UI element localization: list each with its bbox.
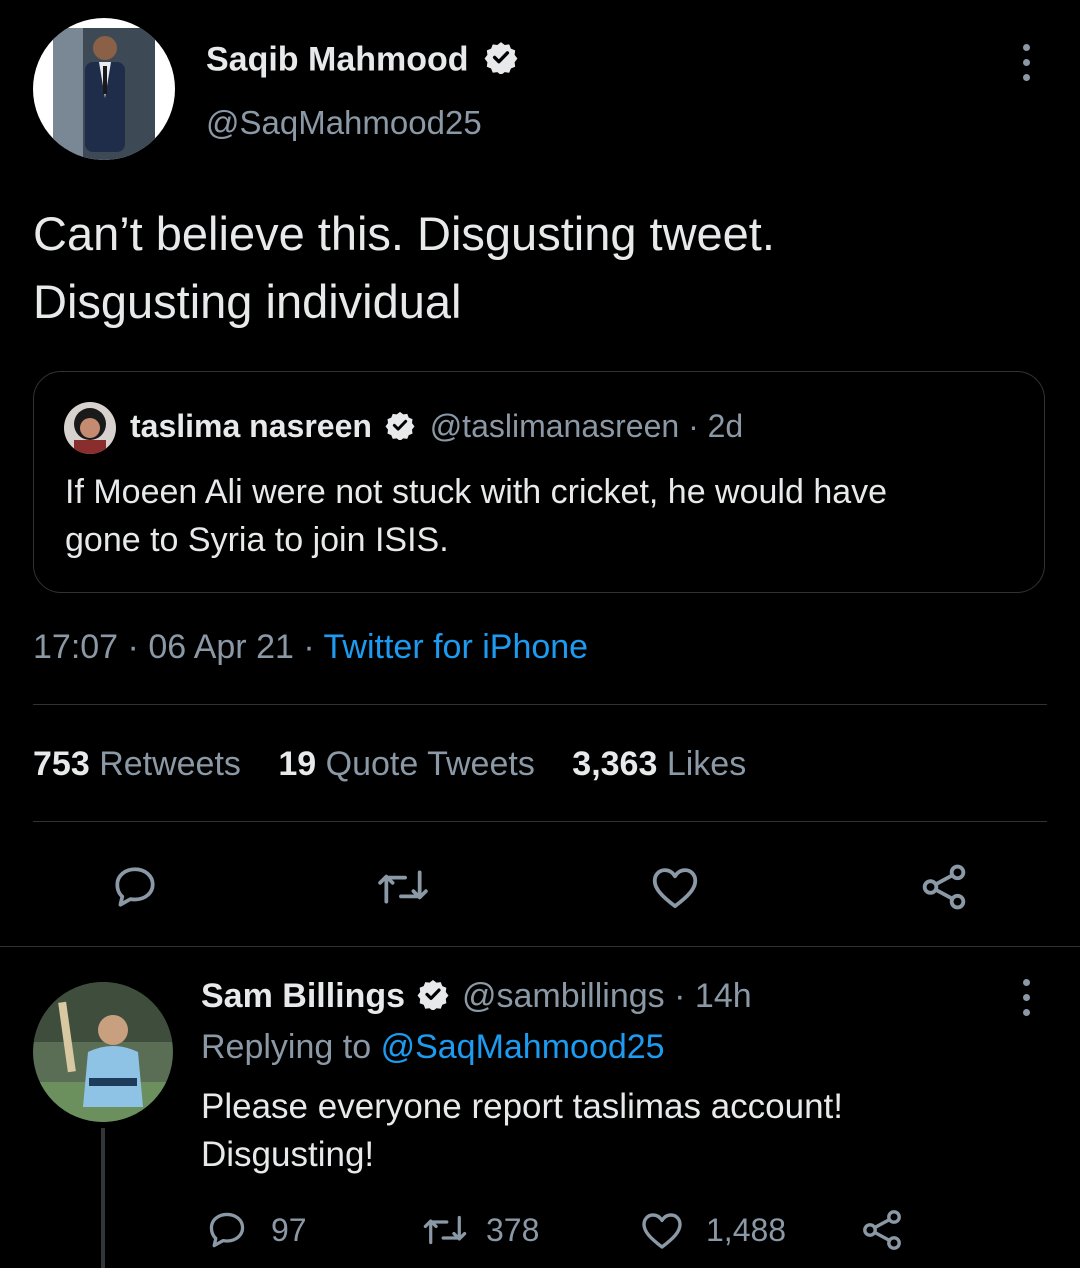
reply-retweet-count: 378 [486,1211,540,1248]
share-button[interactable] [917,860,971,914]
separator-dot: · [127,628,139,666]
quoted-tweet-text: If Moeen Ali were not stuck with cricket… [65,468,887,564]
likes-count: 3,363 [572,745,658,783]
reply-author-handle[interactable]: @sambillings [462,977,665,1015]
quoted-author-avatar [64,402,116,454]
retweets-label: Retweets [99,745,241,783]
tweet-text: Can’t believe this. Disgusting tweet. Di… [33,200,775,336]
author-handle[interactable]: @SaqMahmood25 [206,104,482,142]
replying-to-label: Replying to [201,1028,372,1066]
retweet-icon [373,862,433,912]
reply-age[interactable]: 14h [695,977,752,1015]
reply-reply-button[interactable]: 97 [205,1208,307,1252]
quotes-count: 19 [278,745,317,783]
author-avatar[interactable] [33,18,175,160]
divider [33,704,1047,705]
tweet-text-line: Can’t believe this. Disgusting tweet. [33,207,775,260]
separator-dot: · [303,628,315,666]
quoted-text-line: gone to Syria to join ISIS. [65,521,449,559]
share-icon [858,1206,906,1254]
reply-share-button[interactable] [858,1206,906,1254]
verified-badge-icon [484,40,518,83]
reply-reply-count: 97 [271,1211,307,1248]
reply-author-avatar[interactable] [33,982,173,1122]
like-button[interactable] [648,860,702,914]
quotes-label: Quote Tweets [325,745,535,783]
likes-label: Likes [666,745,747,783]
divider [0,946,1080,947]
reply-text-line: Disgusting! [201,1135,375,1174]
tweet-text-line: Disgusting individual [33,275,462,328]
reply-retweet-button[interactable]: 378 [420,1208,539,1252]
quoted-tweet-card[interactable]: taslima nasreen @taslimanasreen · 2d If … [33,371,1045,593]
more-vertical-icon[interactable] [1020,979,1032,1016]
quoted-text-line: If Moeen Ali were not stuck with cricket… [65,473,888,511]
tweet-date[interactable]: 06 Apr 21 [148,628,294,666]
author-name[interactable]: Saqib Mahmood [206,40,469,78]
verified-badge-icon [417,978,449,1019]
quoted-author-name: taslima nasreen [130,408,372,444]
retweets-count: 753 [33,745,90,783]
reply-button[interactable] [110,862,160,912]
tweet-source-link[interactable]: Twitter for iPhone [324,628,589,666]
heart-icon [638,1206,686,1254]
replying-to-handle[interactable]: @SaqMahmood25 [381,1028,665,1066]
reply-like-count: 1,488 [706,1211,787,1248]
reply-text: Please everyone report taslimas account!… [201,1083,843,1179]
reply-bubble-icon [205,1208,249,1252]
separator-dot: · [674,977,686,1015]
reply-text-line: Please everyone report taslimas account! [201,1087,843,1126]
retweet-button[interactable] [373,862,433,912]
quote-tweets-stat[interactable]: 19 Quote Tweets [278,745,544,783]
heart-icon [648,860,702,914]
verified-badge-icon [385,410,415,448]
separator-dot: · [688,408,699,444]
reply-author-name[interactable]: Sam Billings [201,977,405,1015]
quoted-author-handle: @taslimanasreen [429,408,680,444]
retweets-stat[interactable]: 753 Retweets [33,745,250,783]
share-icon [917,860,971,914]
divider [33,821,1047,822]
reply-bubble-icon [110,862,160,912]
quoted-tweet-age: 2d [707,408,744,444]
tweet-time[interactable]: 17:07 [33,628,118,666]
thread-line [101,1128,105,1268]
more-vertical-icon[interactable] [1020,44,1032,81]
reply-like-button[interactable]: 1,488 [638,1206,786,1254]
retweet-icon [420,1208,470,1252]
likes-stat[interactable]: 3,363 Likes [572,745,746,783]
